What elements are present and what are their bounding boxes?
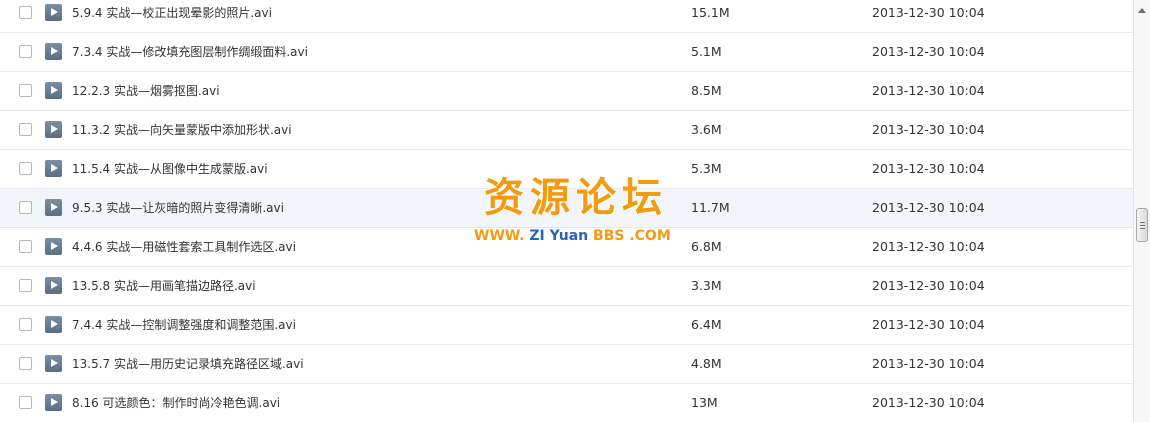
file-date: 2013-12-30 10:04 xyxy=(872,317,985,332)
file-date: 2013-12-30 10:04 xyxy=(872,395,985,410)
file-date: 2013-12-30 10:04 xyxy=(872,239,985,254)
file-name[interactable]: 13.5.8 实战—用画笔描边路径.avi xyxy=(72,278,256,294)
file-name[interactable]: 11.5.4 实战—从图像中生成蒙版.avi xyxy=(72,161,268,177)
file-size: 3.6M xyxy=(691,122,722,137)
grip-line xyxy=(1140,222,1145,223)
video-file-icon xyxy=(45,160,62,177)
file-size: 8.5M xyxy=(691,83,722,98)
file-size: 15.1M xyxy=(691,5,730,20)
video-file-icon xyxy=(45,316,62,333)
file-size: 5.3M xyxy=(691,161,722,176)
video-file-icon xyxy=(45,238,62,255)
row-checkbox[interactable] xyxy=(19,162,32,175)
row-checkbox[interactable] xyxy=(19,201,32,214)
file-name[interactable]: 7.3.4 实战—修改填充图层制作绸缎面料.avi xyxy=(72,44,308,60)
file-date: 2013-12-30 10:04 xyxy=(872,200,985,215)
table-row[interactable]: 12.2.3 实战—烟雾抠图.avi 8.5M 2013-12-30 10:04 xyxy=(0,72,1133,111)
file-name[interactable]: 11.3.2 实战—向矢量蒙版中添加形状.avi xyxy=(72,122,292,138)
video-file-icon xyxy=(45,355,62,372)
file-name[interactable]: 8.16 可选颜色：制作时尚冷艳色调.avi xyxy=(72,395,280,411)
file-date: 2013-12-30 10:04 xyxy=(872,5,985,20)
table-row[interactable]: 13.5.7 实战—用历史记录填充路径区域.avi 4.8M 2013-12-3… xyxy=(0,345,1133,384)
file-date: 2013-12-30 10:04 xyxy=(872,278,985,293)
table-row[interactable]: 8.16 可选颜色：制作时尚冷艳色调.avi 13M 2013-12-30 10… xyxy=(0,384,1133,422)
vertical-scrollbar[interactable] xyxy=(1133,0,1150,422)
table-row[interactable]: 11.5.4 实战—从图像中生成蒙版.avi 5.3M 2013-12-30 1… xyxy=(0,150,1133,189)
table-row[interactable]: 5.9.4 实战—校正出现晕影的照片.avi 15.1M 2013-12-30 … xyxy=(0,0,1133,33)
file-date: 2013-12-30 10:04 xyxy=(872,356,985,371)
row-checkbox[interactable] xyxy=(19,396,32,409)
table-row[interactable]: 13.5.8 实战—用画笔描边路径.avi 3.3M 2013-12-30 10… xyxy=(0,267,1133,306)
video-file-icon xyxy=(45,277,62,294)
table-row[interactable]: 9.5.3 实战—让灰暗的照片变得清晰.avi 11.7M 2013-12-30… xyxy=(0,189,1133,228)
file-date: 2013-12-30 10:04 xyxy=(872,83,985,98)
file-size: 13M xyxy=(691,395,718,410)
video-file-icon xyxy=(45,43,62,60)
video-file-icon xyxy=(45,82,62,99)
scrollbar-thumb[interactable] xyxy=(1136,208,1148,242)
file-name[interactable]: 4.4.6 实战—用磁性套索工具制作选区.avi xyxy=(72,239,296,255)
file-date: 2013-12-30 10:04 xyxy=(872,44,985,59)
file-size: 5.1M xyxy=(691,44,722,59)
grip-line xyxy=(1140,225,1145,226)
row-checkbox[interactable] xyxy=(19,318,32,331)
file-name[interactable]: 9.5.3 实战—让灰暗的照片变得清晰.avi xyxy=(72,200,284,216)
row-checkbox[interactable] xyxy=(19,6,32,19)
file-size: 6.8M xyxy=(691,239,722,254)
file-size: 11.7M xyxy=(691,200,730,215)
file-date: 2013-12-30 10:04 xyxy=(872,122,985,137)
file-date: 2013-12-30 10:04 xyxy=(872,161,985,176)
file-name[interactable]: 12.2.3 实战—烟雾抠图.avi xyxy=(72,83,220,99)
file-size: 6.4M xyxy=(691,317,722,332)
row-checkbox[interactable] xyxy=(19,84,32,97)
table-row[interactable]: 4.4.6 实战—用磁性套索工具制作选区.avi 6.8M 2013-12-30… xyxy=(0,228,1133,267)
row-checkbox[interactable] xyxy=(19,279,32,292)
video-file-icon xyxy=(45,121,62,138)
scroll-up-arrow-icon[interactable] xyxy=(1138,8,1146,13)
file-list: 5.9.4 实战—校正出现晕影的照片.avi 15.1M 2013-12-30 … xyxy=(0,0,1133,422)
row-checkbox[interactable] xyxy=(19,45,32,58)
grip-line xyxy=(1140,228,1145,229)
file-name[interactable]: 13.5.7 实战—用历史记录填充路径区域.avi xyxy=(72,356,304,372)
file-size: 4.8M xyxy=(691,356,722,371)
row-checkbox[interactable] xyxy=(19,357,32,370)
table-row[interactable]: 7.3.4 实战—修改填充图层制作绸缎面料.avi 5.1M 2013-12-3… xyxy=(0,33,1133,72)
video-file-icon xyxy=(45,394,62,411)
file-size: 3.3M xyxy=(691,278,722,293)
row-checkbox[interactable] xyxy=(19,240,32,253)
row-checkbox[interactable] xyxy=(19,123,32,136)
table-row[interactable]: 7.4.4 实战—控制调整强度和调整范围.avi 6.4M 2013-12-30… xyxy=(0,306,1133,345)
file-name[interactable]: 5.9.4 实战—校正出现晕影的照片.avi xyxy=(72,5,272,21)
file-name[interactable]: 7.4.4 实战—控制调整强度和调整范围.avi xyxy=(72,317,296,333)
video-file-icon xyxy=(45,199,62,216)
video-file-icon xyxy=(45,4,62,21)
table-row[interactable]: 11.3.2 实战—向矢量蒙版中添加形状.avi 3.6M 2013-12-30… xyxy=(0,111,1133,150)
